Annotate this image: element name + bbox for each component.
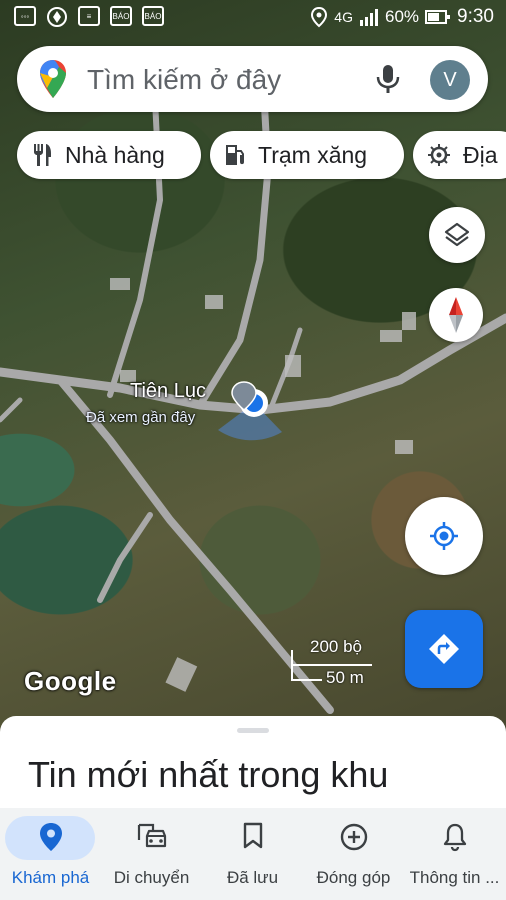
- restaurant-icon: [34, 144, 51, 166]
- search-input[interactable]: Tìm kiếm ở đây: [87, 64, 281, 96]
- scale-metric: 50 m: [326, 668, 364, 687]
- maps-icon: [47, 7, 67, 27]
- news-icon-1: BÁO: [110, 6, 132, 26]
- battery-percent: 60%: [384, 7, 420, 26]
- nav-label: Thông tin ...: [409, 868, 500, 887]
- directions-button[interactable]: [405, 610, 483, 688]
- messages-icon: ◦◦◦: [14, 6, 36, 26]
- bell-icon: [443, 823, 466, 852]
- compass-button[interactable]: [429, 288, 483, 342]
- scale-imperial: 200 bộ: [310, 637, 362, 656]
- status-bar: ◦◦◦ ≡ BÁO BÁO 4G 60% 9:30: [0, 0, 506, 34]
- microphone-icon[interactable]: [373, 63, 403, 95]
- clock: 9:30: [457, 6, 494, 27]
- chip-label: Địa: [463, 141, 498, 168]
- explore-pin-icon: [39, 823, 62, 851]
- bottom-sheet[interactable]: Tin mới nhất trong khu: [0, 716, 506, 816]
- account-avatar[interactable]: V: [430, 60, 470, 100]
- compass-icon: [449, 297, 463, 333]
- add-circle-icon: [340, 823, 367, 851]
- nav-commute[interactable]: Di chuyển: [101, 808, 202, 900]
- chip-label: Trạm xăng: [258, 141, 368, 168]
- layers-icon: [444, 222, 470, 247]
- notification-icons: ◦◦◦ ≡ BÁO BÁO: [14, 6, 164, 28]
- nav-explore[interactable]: Khám phá: [0, 808, 101, 900]
- sheet-title: Tin mới nhất trong khu: [28, 754, 389, 795]
- sheet-drag-handle[interactable]: [237, 728, 269, 733]
- document-icon: ≡: [78, 6, 100, 26]
- signal-icon: [359, 9, 378, 26]
- chip-label: Nhà hàng: [65, 141, 165, 168]
- nav-contribute[interactable]: Đóng góp: [303, 808, 404, 900]
- nav-updates[interactable]: Thông tin ...: [404, 808, 505, 900]
- nav-label: Khám phá: [11, 868, 90, 887]
- place-recent-label: Đã xem gần đây: [86, 409, 196, 426]
- gas-station-icon: [226, 145, 244, 165]
- google-maps-logo-icon: [40, 60, 66, 98]
- battery-icon: [425, 10, 451, 24]
- network-type: 4G: [334, 9, 353, 25]
- nav-label: Di chuyển: [113, 868, 190, 887]
- chip-attractions[interactable]: Địa: [413, 131, 506, 179]
- my-location-button[interactable]: [405, 497, 483, 575]
- layers-button[interactable]: [429, 207, 485, 263]
- system-status: 4G 60% 9:30: [310, 6, 494, 28]
- attraction-icon: [428, 144, 450, 166]
- chip-restaurants[interactable]: Nhà hàng: [17, 131, 201, 179]
- news-icon-2: BÁO: [142, 6, 164, 26]
- location-status-icon: [311, 6, 328, 28]
- directions-icon: [429, 634, 459, 664]
- nav-saved[interactable]: Đã lưu: [202, 808, 303, 900]
- place-name-label[interactable]: Tiên Lục: [130, 380, 206, 403]
- nav-label: Đóng góp: [316, 868, 391, 887]
- my-location-icon: [430, 522, 458, 550]
- chip-gas-stations[interactable]: Trạm xăng: [210, 131, 404, 179]
- commute-car-icon: [137, 823, 166, 848]
- google-logo: Google: [24, 666, 117, 696]
- nav-label: Đã lưu: [226, 868, 279, 887]
- bookmark-icon: [243, 822, 262, 849]
- search-bar[interactable]: Tìm kiếm ở đây V: [17, 46, 488, 112]
- bottom-navigation: Khám phá Di chuyển Đã lưu Đóng góp Thông…: [0, 808, 506, 900]
